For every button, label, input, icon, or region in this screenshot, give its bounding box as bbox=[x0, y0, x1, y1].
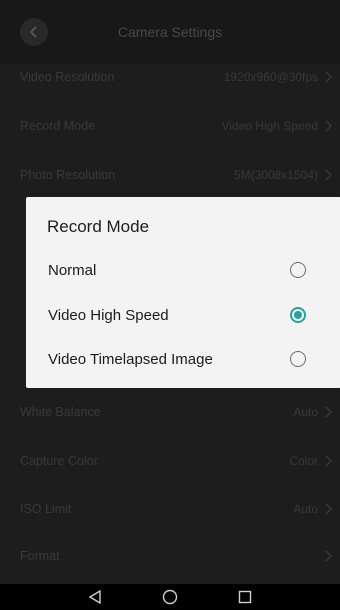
record-mode-dialog: Record Mode Normal Video High Speed Vide… bbox=[26, 197, 340, 388]
radio-button[interactable] bbox=[290, 351, 306, 367]
option-label: Video Timelapsed Image bbox=[48, 350, 213, 368]
option-label: Normal bbox=[48, 261, 97, 279]
radio-button-selected[interactable] bbox=[290, 307, 306, 323]
square-recents-icon[interactable] bbox=[238, 590, 252, 604]
radio-button[interactable] bbox=[290, 262, 306, 278]
radio-dot bbox=[294, 311, 302, 319]
option-normal[interactable]: Normal bbox=[26, 247, 340, 293]
option-video-high-speed[interactable]: Video High Speed bbox=[26, 292, 340, 338]
triangle-back-icon[interactable] bbox=[88, 590, 102, 604]
circle-home-icon[interactable] bbox=[162, 589, 178, 605]
dialog-title: Record Mode bbox=[47, 217, 150, 236]
system-nav-bar bbox=[0, 584, 340, 610]
option-video-timelapsed-image[interactable]: Video Timelapsed Image bbox=[26, 336, 340, 382]
option-label: Video High Speed bbox=[48, 306, 169, 324]
